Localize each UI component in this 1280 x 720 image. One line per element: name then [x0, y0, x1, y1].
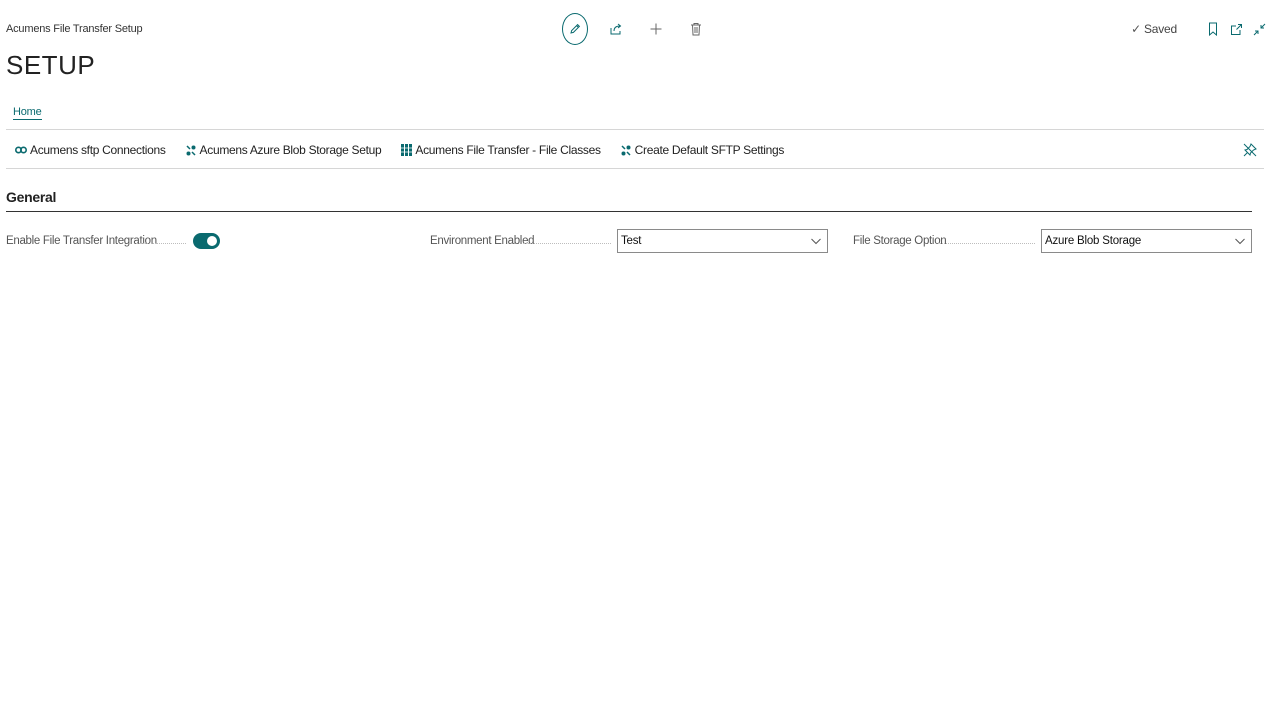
action-file-classes[interactable]: Acumens File Transfer - File Classes: [399, 143, 601, 157]
dotted-leader: [938, 243, 1035, 244]
chevron-down-icon: [811, 238, 821, 245]
storage-option-value: Azure Blob Storage: [1045, 235, 1142, 247]
saved-label: Saved: [1143, 22, 1177, 36]
bookmark-button[interactable]: [1204, 19, 1222, 39]
toggle-knob: [207, 236, 217, 246]
breadcrumb: Acumens File Transfer Setup: [6, 23, 143, 35]
grid-icon: [399, 143, 413, 157]
open-new-window-icon: [1230, 23, 1242, 35]
page-title: SETUP: [6, 50, 96, 80]
tab-home[interactable]: Home: [13, 106, 42, 120]
dotted-leader: [523, 243, 611, 244]
add-icon: [650, 23, 662, 35]
enable-integration-label: Enable File Transfer Integration: [6, 235, 157, 247]
dotted-leader: [136, 243, 186, 244]
chevron-down-icon: [1235, 238, 1245, 245]
storage-option-select[interactable]: Azure Blob Storage: [1041, 229, 1252, 253]
action-create-default-sftp[interactable]: Create Default SFTP Settings: [619, 143, 784, 157]
page-toolbar: [562, 13, 724, 45]
collapse-button[interactable]: [1250, 19, 1268, 39]
page-status-bar: ✓ Saved: [1131, 18, 1268, 40]
enable-integration-toggle[interactable]: [193, 233, 220, 249]
edit-button[interactable]: [562, 13, 588, 45]
action-label: Acumens File Transfer - File Classes: [415, 143, 601, 157]
environment-select[interactable]: Test: [617, 229, 828, 253]
check-icon: ✓: [1131, 22, 1141, 36]
action-bar: Acumens sftp Connections Acumens Azure B…: [6, 129, 1264, 169]
pin-icon[interactable]: [1242, 142, 1258, 158]
share-icon: [610, 23, 622, 35]
add-button[interactable]: [644, 17, 668, 41]
link-icon: [14, 143, 28, 157]
environment-label: Environment Enabled: [430, 235, 535, 247]
delete-icon: [691, 23, 701, 36]
setup-icon: [184, 143, 198, 157]
action-azure-blob-setup[interactable]: Acumens Azure Blob Storage Setup: [184, 143, 382, 157]
open-new-window-button[interactable]: [1227, 19, 1245, 39]
section-title: General: [6, 189, 57, 205]
saved-status: ✓ Saved: [1131, 22, 1177, 36]
setup-icon: [619, 143, 633, 157]
storage-option-label: File Storage Option: [853, 235, 947, 247]
action-label: Acumens Azure Blob Storage Setup: [199, 143, 382, 157]
edit-pencil-icon: [570, 23, 581, 34]
action-label: Acumens sftp Connections: [30, 143, 166, 157]
share-button[interactable]: [604, 17, 628, 41]
action-sftp-connections[interactable]: Acumens sftp Connections: [14, 143, 166, 157]
action-label: Create Default SFTP Settings: [634, 143, 785, 157]
collapse-icon: [1253, 23, 1265, 35]
section-divider: [6, 211, 1252, 212]
environment-value: Test: [621, 235, 642, 247]
delete-button[interactable]: [684, 17, 708, 41]
bookmark-icon: [1209, 22, 1217, 36]
